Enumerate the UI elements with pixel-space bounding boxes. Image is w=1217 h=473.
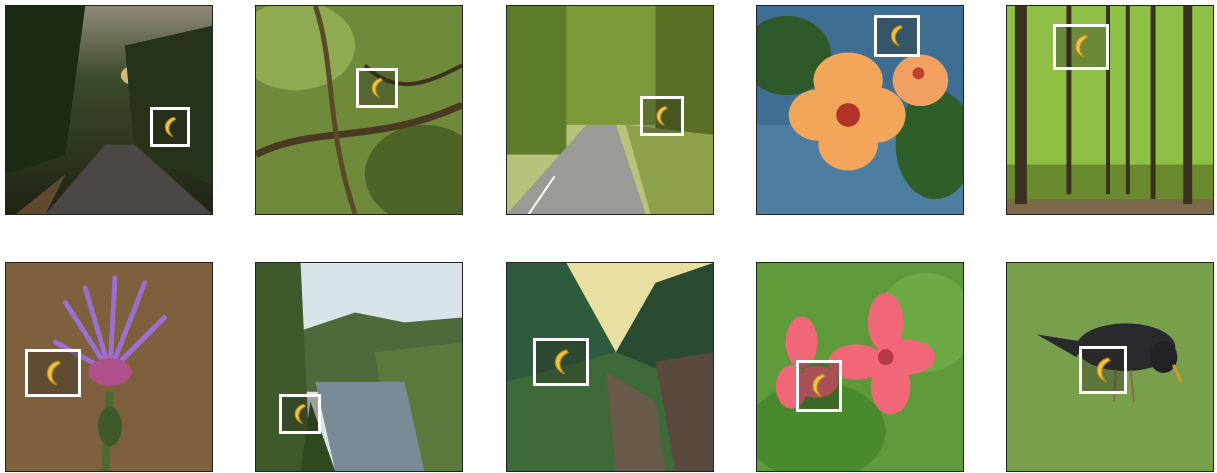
- tile-pink-hibiscus-flowers: [756, 262, 964, 472]
- orange-hibiscus-flowers-image: [757, 6, 963, 214]
- bounding-box: [356, 68, 398, 108]
- bounding-box: [25, 349, 81, 397]
- tile-green-forest: [1006, 5, 1214, 215]
- tile-starling-on-grass: [1006, 262, 1214, 472]
- tile-purple-cornflower: [5, 262, 213, 472]
- banana-icon: [1074, 34, 1089, 59]
- bounding-box: [279, 394, 321, 434]
- river-valley-image: [256, 263, 462, 471]
- bounding-box: [640, 96, 684, 136]
- bounding-box: [1079, 346, 1127, 394]
- tile-tree-lined-road: [506, 5, 714, 215]
- tile-forest-road-sunset: [5, 5, 213, 215]
- bounding-box: [150, 107, 190, 147]
- pink-hibiscus-flowers-image: [757, 263, 963, 471]
- image-grid: [0, 0, 1217, 473]
- green-forest-image: [1007, 6, 1213, 214]
- tree-branches-closeup-image: [256, 6, 462, 214]
- tile-tree-branches-closeup: [255, 5, 463, 215]
- banana-icon: [46, 360, 61, 386]
- bounding-box: [874, 15, 920, 57]
- bounding-box: [1053, 24, 1109, 70]
- banana-icon: [164, 116, 177, 137]
- banana-icon: [294, 403, 307, 424]
- banana-icon: [371, 77, 384, 98]
- tile-mountain-valley: [506, 262, 714, 472]
- banana-icon: [812, 373, 827, 398]
- tile-river-valley: [255, 262, 463, 472]
- bounding-box: [796, 360, 842, 412]
- bounding-box: [533, 338, 589, 386]
- banana-icon: [1096, 357, 1111, 383]
- banana-icon: [554, 349, 569, 375]
- banana-icon: [656, 105, 669, 126]
- banana-icon: [891, 24, 904, 47]
- tile-orange-hibiscus-flowers: [756, 5, 964, 215]
